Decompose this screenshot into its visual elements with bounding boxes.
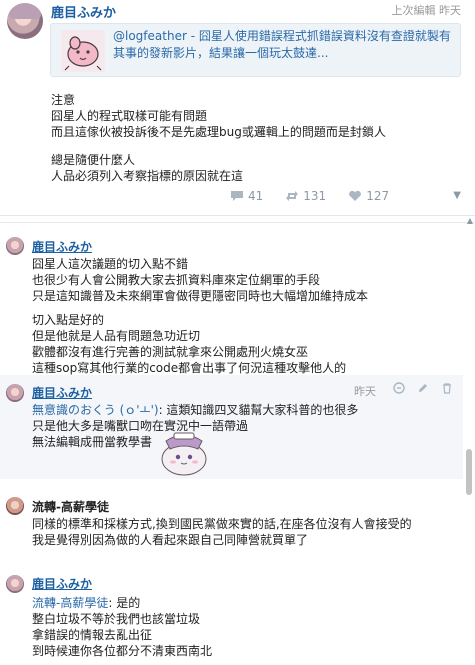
comment-line: 拿錯誤的情報去亂出征 xyxy=(32,628,153,642)
post-body: 注意 囧星人的程式取樣可能有問題 而且這傢伙被投訴後不是先處理bug或邏輯上的問… xyxy=(51,92,461,184)
reshare-count-button[interactable]: 131 xyxy=(285,189,326,203)
comment-line: 同樣的標準和採樣方式,換到國民黨做來實的話,在座各位沒有人會接受的 xyxy=(32,517,412,531)
reshare-count: 131 xyxy=(303,189,327,203)
edit-icon[interactable] xyxy=(417,382,429,394)
like-count-button[interactable]: 127 xyxy=(348,189,389,203)
post-body-line: 總是隨便什麼人 xyxy=(51,153,136,167)
comment-line: 歡體都沒有進行完善的測試就拿來公開處刑火燒女巫 xyxy=(32,345,309,359)
delete-icon[interactable] xyxy=(441,382,453,394)
comment-like-icon[interactable] xyxy=(393,382,405,394)
comment-count: 41 xyxy=(248,189,264,203)
commenter-name[interactable]: 鹿目ふみか xyxy=(32,238,92,255)
post-stats: 41 131 127 xyxy=(230,188,389,204)
commenter-avatar[interactable] xyxy=(6,237,24,255)
comments-scrollbar[interactable] xyxy=(466,229,472,665)
commenter-avatar[interactable] xyxy=(6,384,24,402)
comment-line: 這種sop寫其他行業的code都會出事了何況這種攻擊他人的 xyxy=(32,361,347,375)
comment-body: 同樣的標準和採樣方式,換到國民黨做來實的話,在座各位沒有人會接受的 我是覺得別因… xyxy=(32,516,412,548)
anime-sticker-icon xyxy=(161,432,207,476)
mention-link[interactable]: 無意識のおくう (ｏ'ㅗ') xyxy=(32,403,159,417)
comment-line: 到時候連你各位都分不清東西南北 xyxy=(32,644,213,658)
commenter-name[interactable]: 鹿目ふみか xyxy=(32,575,92,592)
comment-text: : 這類知識四叉貓幫大家科普的也很多 xyxy=(158,403,359,417)
caret-down-icon[interactable]: ▼ xyxy=(453,190,461,201)
commenter-avatar[interactable] xyxy=(6,497,24,515)
comment-line: 無意識のおくう (ｏ'ㅗ'): 這類知識四叉貓幫大家科普的也很多 xyxy=(32,402,358,418)
comment-line: 切入點是好的 xyxy=(32,313,105,327)
comment-actions xyxy=(393,382,453,394)
post-body-line: 注意 xyxy=(51,93,76,107)
commenter-avatar[interactable] xyxy=(6,575,24,593)
comment-line: 我是覺得別因為做的人看起來跟自己同陣營就買單了 xyxy=(32,533,309,547)
link-handle[interactable]: @logfeather xyxy=(113,29,187,43)
mention-link[interactable]: 流轉-高薪學徒 xyxy=(32,596,108,610)
post-card: 鹿目ふみか 上次編輯 昨天 @logfeather - 囧星人使用錯誤程式抓錯誤… xyxy=(0,0,475,216)
comment-body: 囧星人這次議題的切入點不錯 也很少有人會公開教大家去抓資料庫來定位網軍的手段 只… xyxy=(32,256,368,376)
post-author-name[interactable]: 鹿目ふみか xyxy=(51,2,116,21)
speech-bubble-icon xyxy=(231,191,243,201)
comments-section: 鹿目ふみか 囧星人這次議題的切入點不錯 也很少有人會公開教大家去抓資料庫來定位網… xyxy=(0,222,475,665)
commenter-name[interactable]: 鹿目ふみか xyxy=(32,384,92,401)
comment-body: 流轉-高薪學徒: 是的 整白垃圾不等於我們也該當垃圾 拿錯誤的情報去亂出征 到時… xyxy=(32,595,212,659)
comment-line: 只是這知識普及未來網軍會做得更隱密同時也大幅增加維持成本 xyxy=(32,289,369,303)
shared-link-card[interactable]: @logfeather - 囧星人使用錯誤程式抓錯誤資料沒有查證就製有其事的發新… xyxy=(50,23,461,77)
comment-count-button[interactable]: 41 xyxy=(230,189,263,203)
comment-timestamp[interactable]: 昨天 xyxy=(354,383,376,399)
comment-text: : 是的 xyxy=(108,596,141,610)
comment-line: 流轉-高薪學徒: 是的 xyxy=(32,595,212,611)
comment-item: 鹿目ふみか 囧星人這次議題的切入點不錯 也很少有人會公開教大家去抓資料庫來定位網… xyxy=(0,229,463,375)
comment-line: 囧星人這次議題的切入點不錯 xyxy=(32,257,189,271)
comment-item: 鹿目ふみか 昨天 無意識のおくう (ｏ'ㅗ'): 這類知識四叉貓幫大家科普的也很… xyxy=(0,375,463,479)
link-card-text[interactable]: @logfeather - 囧星人使用錯誤程式抓錯誤資料沒有查證就製有其事的發新… xyxy=(113,28,455,62)
author-avatar[interactable] xyxy=(7,3,43,39)
reshare-icon xyxy=(286,191,299,201)
post-body-line: 人品必須列入考察指標的原因就在這 xyxy=(51,169,244,183)
comment-line: 整白垃圾不等於我們也該當垃圾 xyxy=(32,612,201,626)
link-thumbnail-icon xyxy=(61,30,105,72)
post-body-line: 囧星人的程式取樣可能有問題 xyxy=(51,109,208,123)
post-body-line: 而且這傢伙被投訴後不是先處理bug或邏輯上的問題而是封鎖人 xyxy=(51,125,386,139)
comment-line: 也很少有人會公開教大家去抓資料庫來定位網軍的手段 xyxy=(32,273,321,287)
post-edit-meta: 上次編輯 昨天 xyxy=(391,4,462,17)
commenter-name[interactable]: 流轉-高薪學徒 xyxy=(32,498,109,515)
scrollbar-thumb[interactable] xyxy=(466,449,472,495)
comment-item: 流轉-高薪學徒 同樣的標準和採樣方式,換到國民黨做來實的話,在座各位沒有人會接受… xyxy=(0,485,463,563)
like-count: 127 xyxy=(366,189,390,203)
scroll-up-arrow-icon[interactable]: ▲ xyxy=(467,216,473,225)
comment-item: 鹿目ふみか 流轉-高薪學徒: 是的 整白垃圾不等於我們也該當垃圾 拿錯誤的情報去… xyxy=(0,567,463,665)
comment-line: 但是他就是人品有問題急功近切 xyxy=(32,329,201,343)
heart-icon xyxy=(349,190,362,201)
